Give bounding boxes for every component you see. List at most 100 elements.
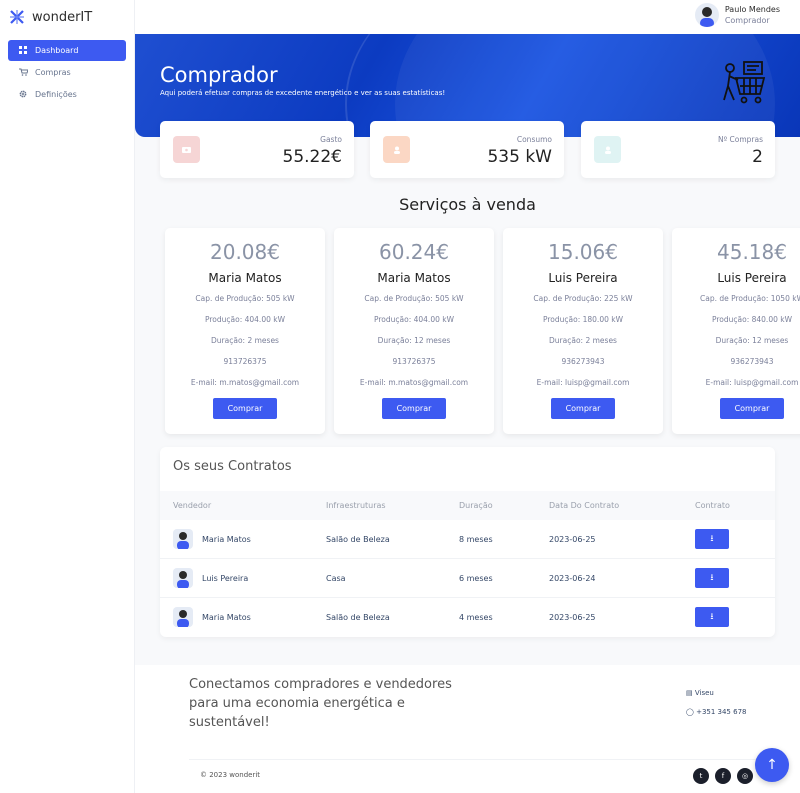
download-contract-button[interactable]: ⭳: [695, 529, 729, 549]
cell-duration: 4 meses: [459, 613, 493, 622]
download-icon: ⭳: [710, 612, 714, 622]
service-capacity: Cap. de Produção: 505 kW: [364, 294, 464, 303]
service-production: Produção: 404.00 kW: [204, 315, 286, 324]
stat-value: 55.22€: [282, 147, 342, 167]
sidebar: wonderIT Dashboard Compras Definições: [0, 0, 135, 793]
service-price: 15.06€: [548, 240, 618, 264]
stat-card-compras: Nº Compras 2: [581, 121, 775, 178]
service-card: 45.18€ Luis Pereira Cap. de Produção: 10…: [672, 228, 800, 434]
table-row: Maria Matos Salão de Beleza 8 meses 2023…: [160, 520, 775, 559]
service-card: 20.08€ Maria Matos Cap. de Produção: 505…: [165, 228, 325, 434]
column-header-duracao: Duração: [459, 501, 493, 510]
footer-divider: [189, 759, 789, 760]
buy-button[interactable]: Comprar: [382, 398, 446, 419]
user-icon: [383, 136, 410, 163]
service-price: 20.08€: [210, 240, 280, 264]
sidebar-item-definicoes[interactable]: Definições: [8, 84, 126, 105]
sidebar-nav: Dashboard Compras Definições: [0, 40, 134, 105]
stat-label: Nº Compras: [717, 135, 763, 144]
sidebar-item-dashboard[interactable]: Dashboard: [8, 40, 126, 61]
service-email: E-mail: luisp@gmail.com: [536, 378, 630, 387]
service-seller-name: Luis Pereira: [717, 271, 787, 285]
user-name: Paulo Mendes: [724, 5, 780, 14]
service-production: Produção: 840.00 kW: [711, 315, 793, 324]
service-seller-name: Maria Matos: [377, 271, 451, 285]
brand-name: wonderIT: [32, 9, 93, 25]
sidebar-item-compras[interactable]: Compras: [8, 62, 126, 83]
twitter-icon[interactable]: t: [693, 768, 709, 784]
service-duration: Duração: 2 meses: [549, 336, 617, 345]
wallet-icon: [173, 136, 200, 163]
service-seller-name: Maria Matos: [208, 271, 282, 285]
service-capacity: Cap. de Produção: 225 kW: [533, 294, 633, 303]
cell-seller: Maria Matos: [202, 613, 251, 622]
gear-icon: [17, 90, 29, 100]
cell-duration: 6 meses: [459, 574, 493, 583]
cell-date: 2023-06-24: [549, 574, 596, 583]
brand[interactable]: wonderIT: [0, 0, 134, 34]
cell-date: 2023-06-25: [549, 535, 596, 544]
download-icon: ⭳: [710, 573, 714, 583]
page-subtitle: Aqui poderá efetuar compras de excedente…: [160, 89, 446, 97]
facebook-icon[interactable]: f: [715, 768, 731, 784]
service-production: Produção: 180.00 kW: [542, 315, 624, 324]
user-menu[interactable]: Paulo Mendes Comprador: [694, 3, 780, 27]
services-title: Serviços à venda: [399, 195, 536, 214]
avatar: [173, 607, 193, 627]
sidebar-item-label: Definições: [35, 90, 77, 99]
arrow-up-icon: ↑: [766, 757, 778, 773]
location-text: Viseu: [694, 689, 714, 697]
user-role: Comprador: [724, 16, 770, 25]
phone-text: +351 345 678: [696, 708, 747, 716]
stat-card-consumo: Consumo 535 kW: [370, 121, 564, 178]
contracts-title: Os seus Contratos: [173, 459, 292, 474]
avatar: [173, 568, 193, 588]
services-carousel[interactable]: 20.08€ Maria Matos Cap. de Produção: 505…: [160, 224, 800, 440]
service-email: E-mail: m.matos@gmail.com: [190, 378, 300, 387]
buy-button[interactable]: Comprar: [213, 398, 277, 419]
stat-value: 535 kW: [487, 147, 552, 167]
instagram-icon[interactable]: ◎: [737, 768, 753, 784]
avatar: [694, 3, 719, 27]
scroll-to-top-button[interactable]: ↑: [755, 748, 789, 782]
service-production: Produção: 404.00 kW: [373, 315, 455, 324]
stat-card-gasto: Gasto 55.22€: [160, 121, 354, 178]
download-icon: ⭳: [710, 534, 714, 544]
copyright: © 2023 wonderit: [200, 771, 261, 779]
service-phone: 936273943: [561, 357, 605, 366]
footer-phone: ◯ +351 345 678: [686, 708, 746, 716]
footer-tagline: Conectamos compradores e vendedores para…: [189, 677, 452, 730]
download-contract-button[interactable]: ⭳: [695, 568, 729, 588]
cell-duration: 8 meses: [459, 535, 493, 544]
service-duration: Duração: 12 meses: [377, 336, 451, 345]
table-row: Luis Pereira Casa 6 meses 2023-06-24 ⭳: [160, 559, 775, 598]
column-header-infraestruturas: Infraestruturas: [326, 501, 386, 510]
chat-icon: ◯: [686, 708, 694, 716]
contracts-card: Os seus Contratos Vendedor Infraestrutur…: [160, 447, 775, 637]
service-duration: Duração: 12 meses: [715, 336, 789, 345]
cell-infra: Casa: [326, 574, 346, 583]
sidebar-item-label: Compras: [35, 68, 71, 77]
service-card: 60.24€ Maria Matos Cap. de Produção: 505…: [334, 228, 494, 434]
grid-icon: [17, 45, 29, 56]
table-header: Vendedor Infraestruturas Duração Data Do…: [160, 491, 775, 520]
service-phone: 913726375: [392, 357, 436, 366]
service-email: E-mail: luisp@gmail.com: [705, 378, 799, 387]
service-card: 15.06€ Luis Pereira Cap. de Produção: 22…: [503, 228, 663, 434]
map-icon: ▤: [686, 689, 693, 697]
service-capacity: Cap. de Produção: 505 kW: [195, 294, 295, 303]
buy-button[interactable]: Comprar: [551, 398, 615, 419]
service-seller-name: Luis Pereira: [548, 271, 618, 285]
top-bar: Paulo Mendes Comprador: [135, 0, 800, 34]
column-header-vendedor: Vendedor: [173, 501, 212, 510]
stat-value: 2: [752, 147, 763, 167]
service-phone: 936273943: [730, 357, 774, 366]
table-row: Maria Matos Salão de Beleza 4 meses 2023…: [160, 598, 775, 637]
cell-date: 2023-06-25: [549, 613, 596, 622]
column-header-data: Data Do Contrato: [549, 501, 620, 510]
footer: Conectamos compradores e vendedores para…: [135, 665, 800, 793]
buy-button[interactable]: Comprar: [720, 398, 784, 419]
service-duration: Duração: 2 meses: [211, 336, 279, 345]
download-contract-button[interactable]: ⭳: [695, 607, 729, 627]
logo-icon: [10, 10, 24, 24]
